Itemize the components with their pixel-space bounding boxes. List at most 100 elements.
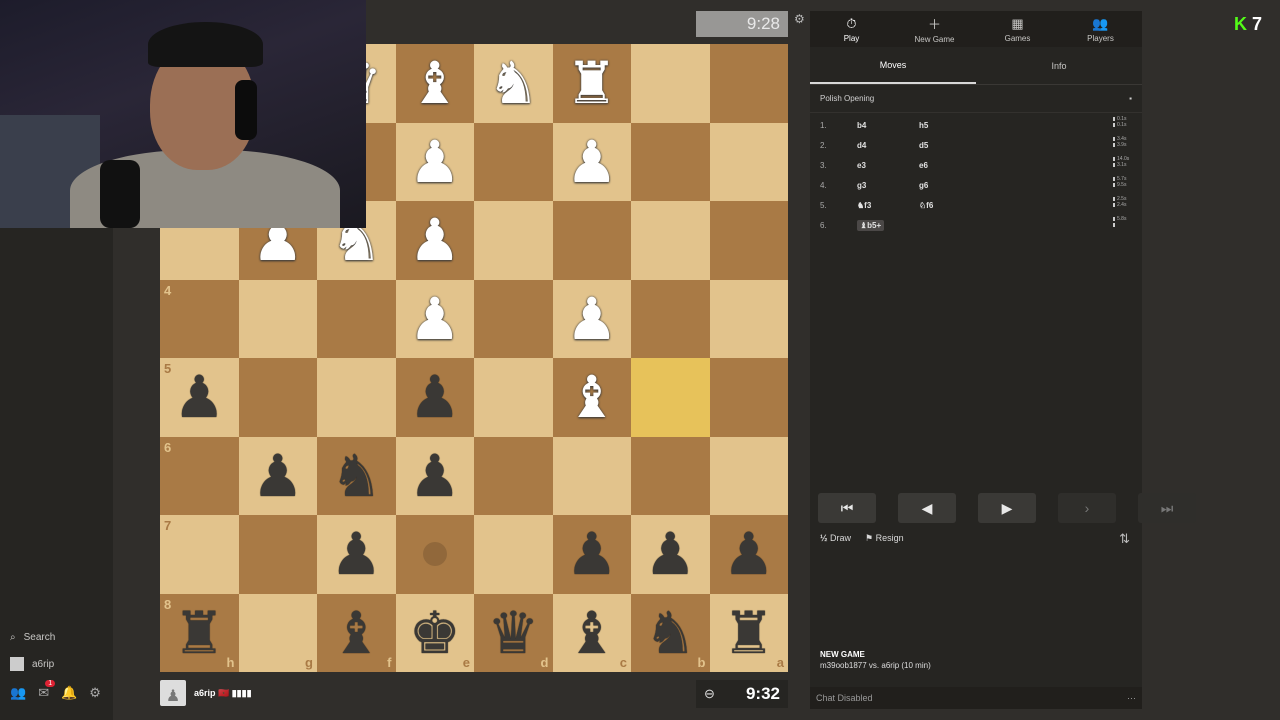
square-d1[interactable]: ♞ bbox=[474, 44, 553, 123]
board-settings-icon[interactable]: ⚙ bbox=[794, 12, 805, 26]
resign-button[interactable]: ⚑ Resign bbox=[865, 533, 904, 544]
white-bishop-piece[interactable]: ♝ bbox=[566, 368, 618, 426]
black-knight-piece[interactable]: ♞ bbox=[644, 604, 696, 662]
square-c5[interactable]: ♝ bbox=[552, 358, 631, 437]
square-c2[interactable]: ♟ bbox=[552, 122, 631, 201]
black-pawn-piece[interactable]: ♟ bbox=[330, 525, 382, 583]
square-d3[interactable] bbox=[474, 201, 553, 280]
white-move[interactable]: b4 bbox=[857, 121, 919, 130]
square-f4[interactable] bbox=[317, 279, 396, 358]
square-h8[interactable]: 8 h ♜ bbox=[160, 593, 239, 672]
square-a3[interactable] bbox=[709, 201, 788, 280]
white-move[interactable]: ♞f3 bbox=[857, 201, 919, 210]
square-c1[interactable]: ♜ bbox=[552, 44, 631, 123]
square-f7[interactable]: ♟ bbox=[317, 515, 396, 594]
square-b6[interactable] bbox=[631, 436, 710, 515]
square-g7[interactable] bbox=[238, 515, 317, 594]
black-pawn-piece[interactable]: ♟ bbox=[644, 525, 696, 583]
bell-icon[interactable]: 🔔 bbox=[61, 685, 77, 701]
white-pawn-piece[interactable]: ♟ bbox=[566, 133, 618, 191]
black-pawn-piece[interactable]: ♟ bbox=[252, 447, 304, 505]
white-rook-piece[interactable]: ♜ bbox=[566, 54, 618, 112]
square-e7[interactable] bbox=[395, 515, 474, 594]
tab-new-game[interactable]: ＋ New Game bbox=[893, 11, 976, 47]
square-e5[interactable]: ♟ bbox=[395, 358, 474, 437]
black-bishop-piece[interactable]: ♝ bbox=[330, 604, 382, 662]
subtab-info[interactable]: Info bbox=[976, 47, 1142, 84]
square-f6[interactable]: ♞ bbox=[317, 436, 396, 515]
tab-players[interactable]: 👥 Players bbox=[1059, 11, 1142, 47]
white-pawn-piece[interactable]: ♟ bbox=[409, 290, 461, 348]
square-a2[interactable] bbox=[709, 122, 788, 201]
search-nav[interactable]: ⌕ Search bbox=[10, 632, 55, 643]
first-move-button[interactable]: ⏮ bbox=[818, 493, 876, 523]
black-pawn-piece[interactable]: ♟ bbox=[723, 525, 775, 583]
square-c8[interactable]: c ♝ bbox=[552, 593, 631, 672]
black-pawn-piece[interactable]: ♟ bbox=[409, 447, 461, 505]
square-a5[interactable] bbox=[709, 358, 788, 437]
white-bishop-piece[interactable]: ♝ bbox=[409, 54, 461, 112]
tab-games[interactable]: ▦ Games bbox=[976, 11, 1059, 47]
square-a4[interactable] bbox=[709, 279, 788, 358]
legal-move-dot[interactable] bbox=[422, 542, 447, 567]
last-move-button[interactable]: ⏭ bbox=[1138, 493, 1196, 523]
square-f5[interactable] bbox=[317, 358, 396, 437]
square-e6[interactable]: ♟ bbox=[395, 436, 474, 515]
black-move[interactable]: d5 bbox=[919, 141, 999, 150]
square-h7[interactable]: 7 bbox=[160, 515, 239, 594]
white-move[interactable]: d4 bbox=[857, 141, 919, 150]
player-avatar[interactable]: ♟ bbox=[160, 680, 186, 706]
square-a1[interactable] bbox=[709, 44, 788, 123]
square-f8[interactable]: f ♝ bbox=[317, 593, 396, 672]
square-e3[interactable]: ♟ bbox=[395, 201, 474, 280]
white-pawn-piece[interactable]: ♟ bbox=[409, 211, 461, 269]
square-g6[interactable]: ♟ bbox=[238, 436, 317, 515]
square-g4[interactable] bbox=[238, 279, 317, 358]
square-d4[interactable] bbox=[474, 279, 553, 358]
black-pawn-piece[interactable]: ♟ bbox=[409, 368, 461, 426]
square-c4[interactable]: ♟ bbox=[552, 279, 631, 358]
player-name[interactable]: a6rip 🇲🇦 ▮▮▮▮ bbox=[194, 688, 252, 699]
mail-icon[interactable]: ✉ 1 bbox=[38, 680, 56, 701]
black-move[interactable]: g6 bbox=[919, 181, 999, 190]
square-e4[interactable]: ♟ bbox=[395, 279, 474, 358]
book-icon[interactable]: ▪ bbox=[1129, 94, 1132, 103]
square-d5[interactable] bbox=[474, 358, 553, 437]
black-move[interactable]: ♘f6 bbox=[919, 201, 999, 210]
white-pawn-piece[interactable]: ♟ bbox=[409, 133, 461, 191]
square-h4[interactable]: 4 bbox=[160, 279, 239, 358]
white-move[interactable]: e3 bbox=[857, 161, 919, 170]
flip-board-icon[interactable]: ⇅ bbox=[1119, 531, 1130, 547]
subtab-moves[interactable]: Moves bbox=[810, 47, 976, 84]
next-move-button[interactable]: › bbox=[1058, 493, 1116, 523]
square-b3[interactable] bbox=[631, 201, 710, 280]
square-e1[interactable]: ♝ bbox=[395, 44, 474, 123]
square-b5[interactable] bbox=[631, 358, 710, 437]
square-d2[interactable] bbox=[474, 122, 553, 201]
white-move[interactable]: ♝b5+ bbox=[857, 219, 885, 231]
black-rook-piece[interactable]: ♜ bbox=[723, 604, 775, 662]
square-a6[interactable] bbox=[709, 436, 788, 515]
square-a7[interactable]: ♟ bbox=[709, 515, 788, 594]
black-pawn-piece[interactable]: ♟ bbox=[566, 525, 618, 583]
square-b4[interactable] bbox=[631, 279, 710, 358]
square-g8[interactable]: g bbox=[238, 593, 317, 672]
square-d6[interactable] bbox=[474, 436, 553, 515]
square-g5[interactable] bbox=[238, 358, 317, 437]
black-pawn-piece[interactable]: ♟ bbox=[173, 368, 225, 426]
profile-nav[interactable]: a6rip bbox=[10, 657, 54, 671]
square-b7[interactable]: ♟ bbox=[631, 515, 710, 594]
square-e2[interactable]: ♟ bbox=[395, 122, 474, 201]
square-e8[interactable]: e ♚ bbox=[395, 593, 474, 672]
white-knight-piece[interactable]: ♞ bbox=[487, 54, 539, 112]
black-queen-piece[interactable]: ♛ bbox=[487, 604, 539, 662]
square-c6[interactable] bbox=[552, 436, 631, 515]
black-move[interactable]: h5 bbox=[919, 121, 999, 130]
black-bishop-piece[interactable]: ♝ bbox=[566, 604, 618, 662]
white-pawn-piece[interactable]: ♟ bbox=[566, 290, 618, 348]
square-a8[interactable]: a ♜ bbox=[709, 593, 788, 672]
square-c7[interactable]: ♟ bbox=[552, 515, 631, 594]
black-knight-piece[interactable]: ♞ bbox=[330, 447, 382, 505]
square-b2[interactable] bbox=[631, 122, 710, 201]
square-b8[interactable]: b ♞ bbox=[631, 593, 710, 672]
